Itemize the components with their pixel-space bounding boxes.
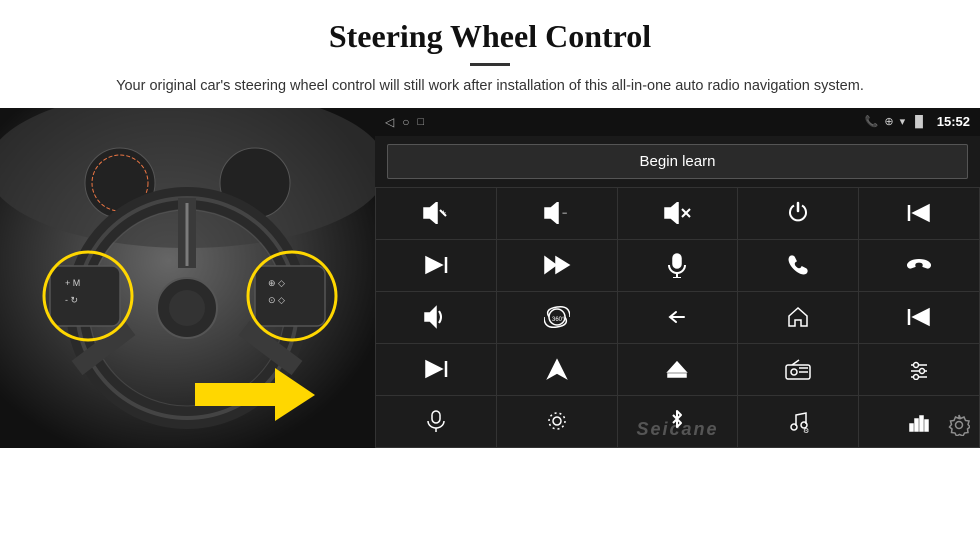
back-nav-button[interactable] xyxy=(618,292,738,343)
location-status-icon: ⊕ xyxy=(884,115,893,128)
vol-up-button[interactable]: + xyxy=(376,188,496,239)
prev-track-button[interactable] xyxy=(859,188,979,239)
eq-button[interactable] xyxy=(859,344,979,395)
wifi-status-icon: ▾ xyxy=(900,115,906,128)
phone-hang-up-button[interactable] xyxy=(859,240,979,291)
svg-text:⚙: ⚙ xyxy=(803,427,809,433)
navigate-button[interactable] xyxy=(497,344,617,395)
header-section: Steering Wheel Control Your original car… xyxy=(0,0,980,108)
svg-text:+ M: + M xyxy=(65,278,80,288)
camera-360-button[interactable]: 360° xyxy=(497,292,617,343)
title-divider xyxy=(470,63,510,66)
battery-status-icon: ▐▌ xyxy=(911,116,927,128)
next-track-button[interactable] xyxy=(376,240,496,291)
radio-button[interactable] xyxy=(738,344,858,395)
speaker-button[interactable] xyxy=(376,292,496,343)
skip-next-button[interactable] xyxy=(376,344,496,395)
begin-learn-row: Begin learn xyxy=(375,136,980,187)
vol-down-button[interactable]: − xyxy=(497,188,617,239)
content-section: + M - ↻ ⊕ ◇ ⊙ ◇ ◁ ○ xyxy=(0,108,980,548)
gear-settings-icon[interactable] xyxy=(948,414,970,442)
mic-button[interactable] xyxy=(618,240,738,291)
phone-status-icon: 📞 xyxy=(865,115,879,128)
photo-panel: + M - ↻ ⊕ ◇ ⊙ ◇ xyxy=(0,108,375,448)
rewind-button[interactable] xyxy=(859,292,979,343)
svg-text:⊕ ◇: ⊕ ◇ xyxy=(268,278,285,288)
status-bar: ◁ ○ □ 📞 ⊕ ▾ ▐▌ 15:52 xyxy=(375,108,980,136)
svg-text:360°: 360° xyxy=(552,317,565,323)
time-display: 15:52 xyxy=(937,114,970,129)
svg-text:⊙ ◇: ⊙ ◇ xyxy=(268,295,285,305)
eject-button[interactable] xyxy=(618,344,738,395)
recent-nav-icon[interactable]: □ xyxy=(417,116,424,128)
phone-answer-button[interactable] xyxy=(738,240,858,291)
svg-text:+: + xyxy=(441,208,446,218)
power-button[interactable] xyxy=(738,188,858,239)
back-nav-icon[interactable]: ◁ xyxy=(385,115,394,129)
mic2-button[interactable] xyxy=(376,396,496,447)
page-title: Steering Wheel Control xyxy=(60,18,920,55)
page-container: Steering Wheel Control Your original car… xyxy=(0,0,980,548)
mute-button[interactable] xyxy=(618,188,738,239)
bluetooth-button[interactable] xyxy=(618,396,738,447)
begin-learn-button[interactable]: Begin learn xyxy=(387,144,968,179)
home-nav-icon[interactable]: ○ xyxy=(402,115,409,129)
svg-text:−: − xyxy=(562,208,567,218)
music-button[interactable]: ⚙ xyxy=(738,396,858,447)
home-nav-button[interactable] xyxy=(738,292,858,343)
steering-wheel-svg: + M - ↻ ⊕ ◇ ⊙ ◇ xyxy=(0,108,375,448)
subtitle: Your original car's steering wheel contr… xyxy=(100,76,880,98)
fast-forward-button[interactable] xyxy=(497,240,617,291)
android-panel: ◁ ○ □ 📞 ⊕ ▾ ▐▌ 15:52 Begin learn xyxy=(375,108,980,448)
icon-grid: + − xyxy=(375,187,980,448)
svg-text:- ↻: - ↻ xyxy=(65,295,78,305)
settings-button[interactable] xyxy=(497,396,617,447)
status-left: ◁ ○ □ xyxy=(385,115,424,129)
status-right: 📞 ⊕ ▾ ▐▌ 15:52 xyxy=(865,114,970,129)
